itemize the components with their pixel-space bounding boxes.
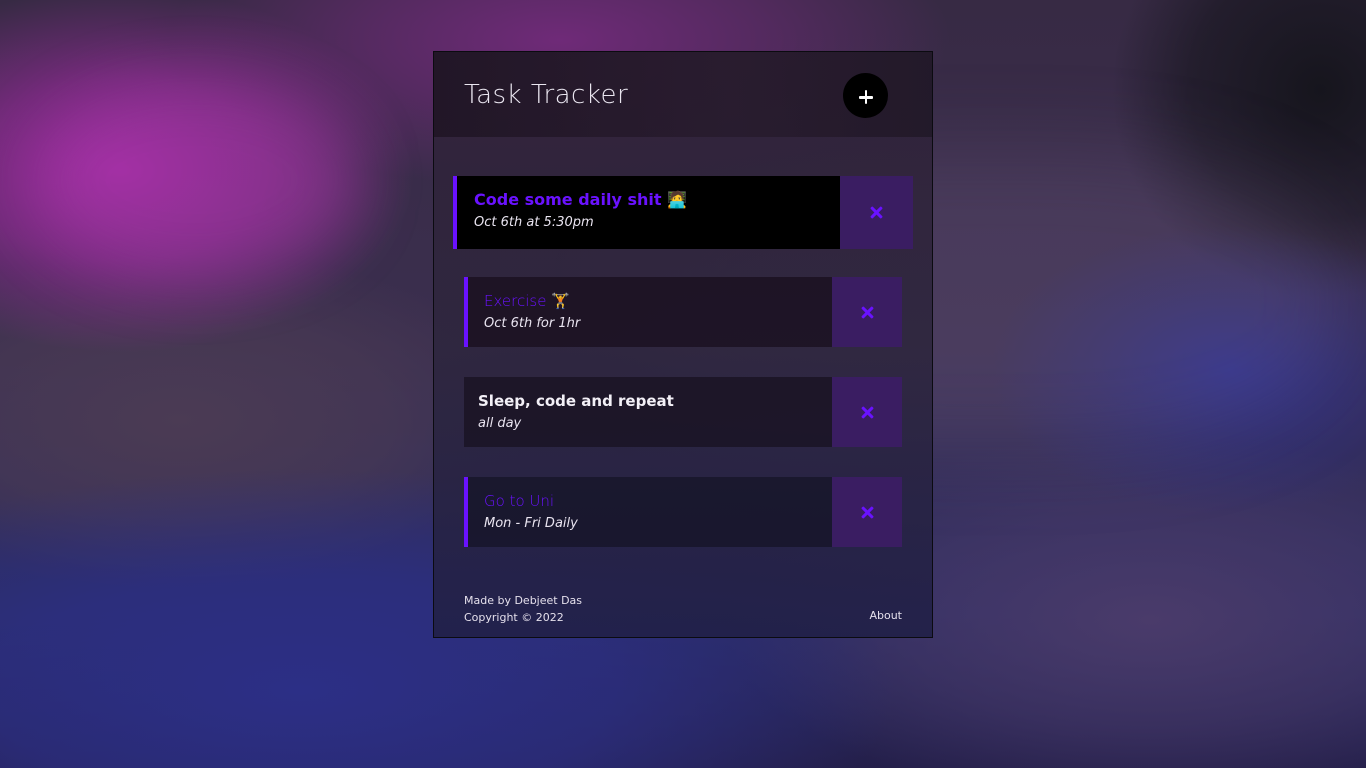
task-title: Sleep, code and repeat <box>478 392 674 410</box>
task-content[interactable]: Code some daily shit 🧑‍💻 Oct 6th at 5:30… <box>453 176 840 249</box>
delete-task-button[interactable] <box>832 277 902 347</box>
author-credit: Made by Debjeet Das <box>464 594 583 607</box>
close-icon <box>861 406 874 419</box>
delete-task-button[interactable] <box>840 176 913 249</box>
task-content[interactable]: Sleep, code and repeat all day <box>464 377 832 447</box>
about-link[interactable]: About <box>869 609 902 622</box>
task-title: Code some daily shit 🧑‍💻 <box>474 190 687 209</box>
task-item[interactable]: Sleep, code and repeat all day <box>464 377 902 447</box>
task-tracker-container: Task Tracker Code some daily shit 🧑‍💻 Oc… <box>433 51 933 638</box>
close-icon <box>861 506 874 519</box>
close-icon <box>870 206 883 219</box>
task-date: Oct 6th at 5:30pm <box>474 215 594 230</box>
task-item[interactable]: Code some daily shit 🧑‍💻 Oct 6th at 5:30… <box>453 176 913 249</box>
task-title: Go to Uni <box>484 492 555 510</box>
app-header: Task Tracker <box>434 52 932 137</box>
task-content[interactable]: Go to Uni Mon - Fri Daily <box>464 477 832 547</box>
task-item[interactable]: Go to Uni Mon - Fri Daily <box>464 477 902 547</box>
task-date: all day <box>478 416 522 431</box>
footer-credit: Made by Debjeet Das Copyright © 2022 <box>464 592 582 626</box>
page-title: Task Tracker <box>464 80 629 110</box>
add-task-button[interactable] <box>843 73 888 118</box>
delete-task-button[interactable] <box>832 477 902 547</box>
plus-icon <box>858 90 873 104</box>
task-content[interactable]: Exercise 🏋️ Oct 6th for 1hr <box>464 277 832 347</box>
task-item[interactable]: Exercise 🏋️ Oct 6th for 1hr <box>464 277 902 347</box>
copyright-text: Copyright © 2022 <box>464 611 564 624</box>
close-icon <box>861 306 874 319</box>
task-date: Mon - Fri Daily <box>484 516 578 531</box>
task-title: Exercise 🏋️ <box>484 292 570 310</box>
delete-task-button[interactable] <box>832 377 902 447</box>
task-date: Oct 6th for 1hr <box>484 316 581 331</box>
